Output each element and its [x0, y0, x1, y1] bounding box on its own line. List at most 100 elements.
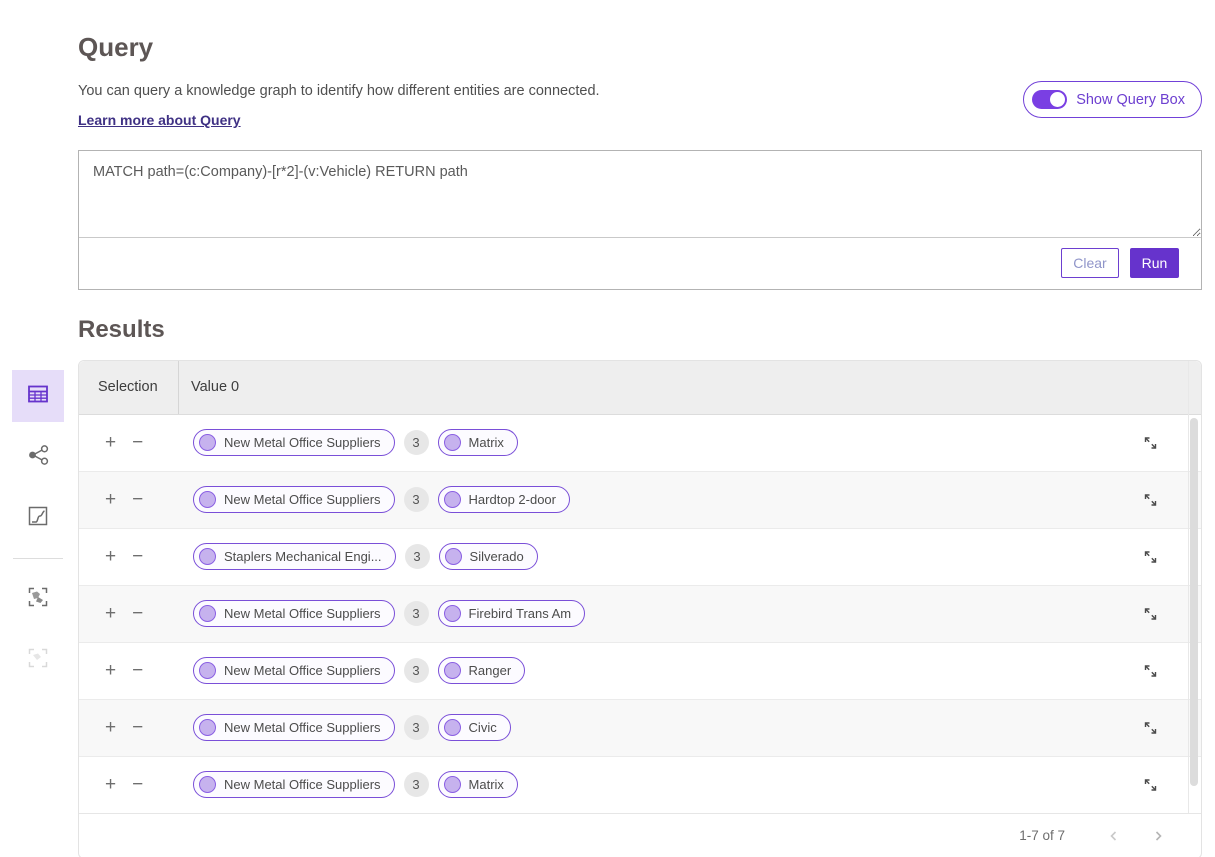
row-target-pill-label: Matrix	[469, 435, 504, 450]
row-selection-cell: + −	[79, 547, 179, 566]
add-selection-button[interactable]: +	[105, 718, 116, 737]
expand-row-button[interactable]	[1138, 544, 1163, 569]
row-source-pill-label: New Metal Office Suppliers	[224, 777, 381, 792]
target-entity-pill[interactable]: Ranger	[438, 657, 526, 684]
expand-row-button[interactable]	[1138, 658, 1163, 683]
target-entity-pill[interactable]: Hardtop 2-door	[438, 486, 570, 513]
row-count-badge: 3	[404, 430, 429, 455]
target-entity-pill[interactable]: Silverado	[439, 543, 538, 570]
row-value-cell: New Metal Office Suppliers 3 Matrix	[179, 429, 1201, 456]
toggle-label: Show Query Box	[1076, 92, 1185, 108]
row-source-pill-label: New Metal Office Suppliers	[224, 720, 381, 735]
row-count-badge: 3	[404, 487, 429, 512]
add-selection-button[interactable]: +	[105, 661, 116, 680]
expand-icon	[1142, 553, 1159, 568]
target-entity-pill[interactable]: Civic	[438, 714, 511, 741]
table-row: + − New Metal Office Suppliers 3 Matrix	[79, 415, 1201, 472]
intro-block: You can query a knowledge graph to ident…	[78, 81, 600, 130]
table-row: + − New Metal Office Suppliers 3 Firebir…	[79, 586, 1201, 643]
remove-selection-button[interactable]: −	[132, 433, 143, 452]
table-row: + − New Metal Office Suppliers 3 Hardtop…	[79, 472, 1201, 529]
toggle-switch-icon[interactable]	[1032, 90, 1067, 109]
expand-row-button[interactable]	[1138, 430, 1163, 455]
table-view-icon	[25, 381, 51, 412]
source-entity-pill[interactable]: New Metal Office Suppliers	[193, 429, 395, 456]
entity-node-icon	[199, 548, 216, 565]
next-page-button[interactable]	[1149, 827, 1167, 845]
clear-button[interactable]: Clear	[1061, 248, 1119, 278]
column-header-value0: Value 0	[179, 378, 239, 396]
expand-row-button[interactable]	[1138, 487, 1163, 512]
query-panel-footer: Clear Run	[79, 238, 1201, 289]
table-row: + − New Metal Office Suppliers 3 Ranger	[79, 643, 1201, 700]
table-scrollbar[interactable]	[1189, 416, 1199, 812]
remove-selection-button[interactable]: −	[132, 718, 143, 737]
row-value-cell: New Metal Office Suppliers 3 Hardtop 2-d…	[179, 486, 1201, 513]
graph-view-button[interactable]	[12, 431, 64, 483]
table-view-button[interactable]	[12, 370, 64, 422]
map-view-button[interactable]	[12, 573, 64, 625]
remove-selection-button[interactable]: −	[132, 490, 143, 509]
run-button[interactable]: Run	[1130, 248, 1179, 278]
learn-more-link[interactable]: Learn more about Query	[78, 112, 241, 128]
target-entity-pill[interactable]: Firebird Trans Am	[438, 600, 586, 627]
row-count-badge: 3	[404, 772, 429, 797]
view-sidebar	[12, 370, 64, 686]
row-target-pill-label: Civic	[469, 720, 497, 735]
remove-selection-button[interactable]: −	[132, 547, 143, 566]
entity-node-icon	[199, 719, 216, 736]
add-selection-button[interactable]: +	[105, 433, 116, 452]
row-source-pill-label: New Metal Office Suppliers	[224, 492, 381, 507]
row-value-cell: New Metal Office Suppliers 3 Firebird Tr…	[179, 600, 1201, 627]
expand-icon	[1142, 439, 1159, 454]
row-count-badge: 3	[404, 715, 429, 740]
query-input[interactable]: MATCH path=(c:Company)-[r*2]-(v:Vehicle)…	[79, 151, 1201, 238]
results-table-body: + − New Metal Office Suppliers 3 Matrix	[79, 415, 1201, 814]
table-header: Selection Value 0	[79, 361, 1201, 415]
remove-selection-button[interactable]: −	[132, 775, 143, 794]
results-title: Results	[78, 316, 1202, 344]
expand-row-button[interactable]	[1138, 772, 1163, 797]
row-selection-cell: + −	[79, 604, 179, 623]
results-table: Selection Value 0 + − New Metal Office S…	[78, 360, 1202, 857]
previous-page-button[interactable]	[1105, 827, 1123, 845]
expand-icon	[1142, 496, 1159, 511]
expand-row-button[interactable]	[1138, 601, 1163, 626]
add-selection-button[interactable]: +	[105, 490, 116, 509]
row-selection-cell: + −	[79, 775, 179, 794]
row-value-cell: Staplers Mechanical Engi... 3 Silverado	[179, 543, 1201, 570]
row-target-pill-label: Hardtop 2-door	[469, 492, 556, 507]
source-entity-pill[interactable]: Staplers Mechanical Engi...	[193, 543, 396, 570]
query-panel: MATCH path=(c:Company)-[r*2]-(v:Vehicle)…	[78, 150, 1202, 290]
expand-icon	[1142, 667, 1159, 682]
row-selection-cell: + −	[79, 433, 179, 452]
raw-view-button	[12, 634, 64, 686]
add-selection-button[interactable]: +	[105, 547, 116, 566]
source-entity-pill[interactable]: New Metal Office Suppliers	[193, 771, 395, 798]
source-entity-pill[interactable]: New Metal Office Suppliers	[193, 486, 395, 513]
remove-selection-button[interactable]: −	[132, 661, 143, 680]
show-query-box-toggle[interactable]: Show Query Box	[1023, 81, 1202, 118]
page-title: Query	[78, 32, 1202, 63]
target-entity-pill[interactable]: Matrix	[438, 771, 518, 798]
source-entity-pill[interactable]: New Metal Office Suppliers	[193, 657, 395, 684]
table-row: + − Staplers Mechanical Engi... 3 Silver…	[79, 529, 1201, 586]
source-entity-pill[interactable]: New Metal Office Suppliers	[193, 600, 395, 627]
row-selection-cell: + −	[79, 490, 179, 509]
source-entity-pill[interactable]: New Metal Office Suppliers	[193, 714, 395, 741]
target-entity-pill[interactable]: Matrix	[438, 429, 518, 456]
expand-icon	[1142, 781, 1159, 796]
remove-selection-button[interactable]: −	[132, 604, 143, 623]
scrollbar-thumb[interactable]	[1190, 418, 1198, 786]
sidebar-divider	[13, 558, 63, 559]
add-selection-button[interactable]: +	[105, 775, 116, 794]
query-page: Query You can query a knowledge graph to…	[0, 0, 1215, 857]
expand-row-button[interactable]	[1138, 715, 1163, 740]
add-selection-button[interactable]: +	[105, 604, 116, 623]
main-content: Query You can query a knowledge graph to…	[78, 20, 1202, 857]
chart-view-button[interactable]	[12, 492, 64, 544]
entity-node-icon	[199, 605, 216, 622]
row-target-pill-label: Firebird Trans Am	[469, 606, 572, 621]
entity-node-icon	[444, 434, 461, 451]
column-header-selection: Selection	[79, 361, 179, 414]
